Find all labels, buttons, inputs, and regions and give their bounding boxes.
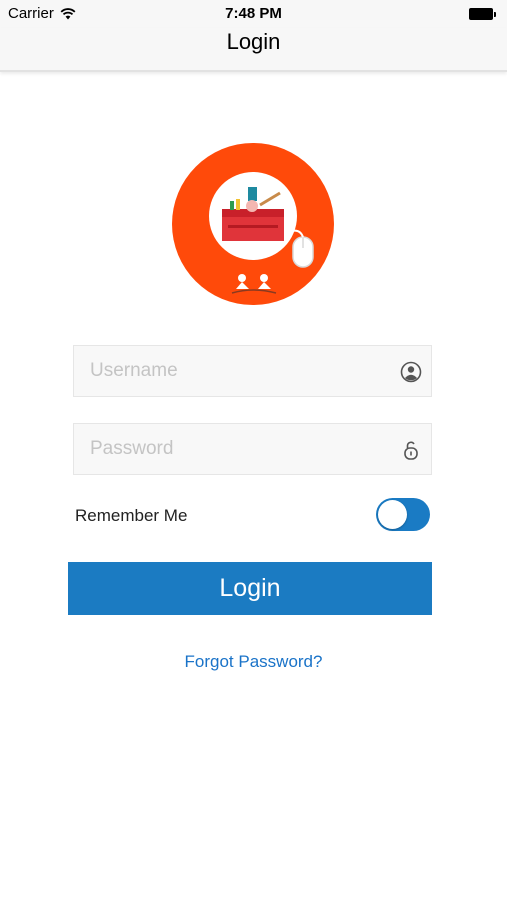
remember-me-toggle[interactable]	[376, 498, 430, 531]
login-button[interactable]: Login	[68, 562, 432, 615]
toggle-knob	[378, 500, 407, 529]
password-input[interactable]	[74, 424, 431, 474]
app-logo	[172, 143, 334, 305]
forgot-password-link[interactable]: Forgot Password?	[0, 652, 507, 672]
page-title: Login	[226, 29, 281, 54]
navigation-bar: Login	[0, 28, 507, 72]
status-time: 7:48 PM	[225, 5, 282, 22]
unlock-icon	[404, 441, 418, 460]
remember-me-label: Remember Me	[75, 506, 188, 525]
user-circle-icon	[400, 361, 422, 383]
status-bar: Carrier 7:48 PM	[0, 0, 507, 28]
battery-icon	[469, 8, 497, 20]
username-field-container	[73, 345, 432, 397]
username-input[interactable]	[74, 346, 431, 396]
password-field-container	[73, 423, 432, 475]
